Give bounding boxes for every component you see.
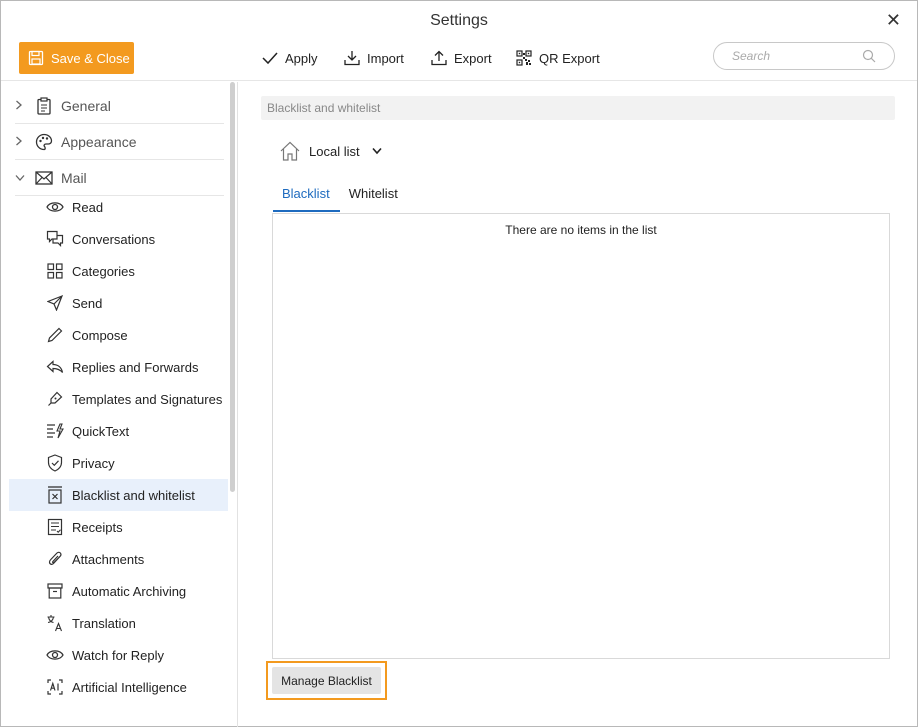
paper-plane-icon xyxy=(46,294,64,312)
receipt-icon xyxy=(46,518,64,536)
search-icon[interactable] xyxy=(862,49,876,66)
sidebar-item-artificial-intelligence[interactable]: Artificial Intelligence xyxy=(9,671,228,703)
sidebar-section-appearance[interactable]: Appearance xyxy=(15,124,224,160)
import-button[interactable]: Import xyxy=(343,49,404,67)
sidebar-item-conversations[interactable]: Conversations xyxy=(9,223,228,255)
sidebar-item-templates-signatures[interactable]: Templates and Signatures xyxy=(9,383,228,415)
export-button[interactable]: Export xyxy=(430,49,492,67)
sidebar-item-blacklist-whitelist[interactable]: Blacklist and whitelist xyxy=(9,479,228,511)
chevron-right-icon xyxy=(15,99,27,113)
sidebar-section-label: Mail xyxy=(61,169,87,186)
settings-window: Settings ✕ Save & Close Apply Import Exp… xyxy=(0,0,918,727)
sidebar-item-label: Artificial Intelligence xyxy=(72,679,187,695)
settings-sidebar: General Appearance Mail Read Conversatio… xyxy=(1,82,238,727)
grid-icon xyxy=(46,262,64,280)
pencil-icon xyxy=(46,326,64,344)
qr-export-button[interactable]: QR Export xyxy=(515,49,600,67)
list-source-label: Local list xyxy=(309,143,360,159)
sidebar-item-label: Compose xyxy=(72,327,128,343)
search-input[interactable] xyxy=(732,49,852,63)
sidebar-item-label: Conversations xyxy=(72,231,156,247)
manage-blacklist-button[interactable]: Manage Blacklist xyxy=(272,667,381,694)
sidebar-item-quicktext[interactable]: QuickText xyxy=(9,415,228,447)
archive-box-icon xyxy=(46,582,64,600)
chat-icon xyxy=(46,230,64,248)
sidebar-item-label: Watch for Reply xyxy=(72,647,164,663)
sidebar-item-receipts[interactable]: Receipts xyxy=(9,511,228,543)
translate-icon xyxy=(46,614,64,632)
sidebar-item-attachments[interactable]: Attachments xyxy=(9,543,228,575)
manage-button-highlight: Manage Blacklist xyxy=(266,661,387,700)
eye-icon xyxy=(46,646,64,664)
sidebar-item-label: Categories xyxy=(72,263,135,279)
pen-nib-icon xyxy=(46,390,64,408)
section-header: Blacklist and whitelist xyxy=(261,96,895,120)
close-icon[interactable]: ✕ xyxy=(886,10,901,31)
list-tabs: Blacklist Whitelist xyxy=(273,182,408,212)
sidebar-item-label: Automatic Archiving xyxy=(72,583,187,599)
sidebar-item-send[interactable]: Send xyxy=(9,287,228,319)
sidebar-item-watch-for-reply[interactable]: Watch for Reply xyxy=(9,639,228,671)
ai-icon xyxy=(46,678,64,696)
envelope-icon xyxy=(35,169,53,187)
save-close-label: Save & Close xyxy=(51,50,130,66)
save-close-button[interactable]: Save & Close xyxy=(19,42,134,74)
blacklist-list[interactable]: There are no items in the list xyxy=(272,213,890,659)
toolbar: Save & Close Apply Import Export QR Expo… xyxy=(1,41,917,81)
sidebar-item-automatic-archiving[interactable]: Automatic Archiving xyxy=(9,575,228,607)
import-label: Import xyxy=(367,50,404,66)
home-icon xyxy=(279,140,301,162)
sidebar-item-label: QuickText xyxy=(72,423,130,439)
palette-icon xyxy=(35,133,53,151)
apply-label: Apply xyxy=(285,50,318,66)
import-icon xyxy=(343,49,361,67)
chevron-down-icon xyxy=(368,142,386,160)
sidebar-item-compose[interactable]: Compose xyxy=(9,319,228,351)
sidebar-item-label: Privacy xyxy=(72,455,115,471)
sidebar-item-label: Receipts xyxy=(72,519,123,535)
blocked-list-icon xyxy=(46,486,64,504)
qr-code-icon xyxy=(515,49,533,67)
sidebar-item-label: Send xyxy=(72,295,103,311)
export-icon xyxy=(430,49,448,67)
reply-icon xyxy=(46,358,64,376)
chevron-down-icon xyxy=(15,171,27,185)
sidebar-section-label: General xyxy=(61,97,111,114)
chevron-right-icon xyxy=(15,135,27,149)
list-source-dropdown[interactable]: Local list xyxy=(279,140,386,162)
clipboard-icon xyxy=(35,96,53,115)
quicktext-icon xyxy=(46,422,64,440)
eye-icon xyxy=(46,198,64,216)
search-box[interactable] xyxy=(713,42,895,70)
title-bar: Settings ✕ xyxy=(1,1,917,41)
sidebar-item-categories[interactable]: Categories xyxy=(9,255,228,287)
sidebar-item-label: Attachments xyxy=(72,551,145,567)
settings-content: Blacklist and whitelist Local list Black… xyxy=(239,82,917,727)
floppy-disk-icon xyxy=(27,49,45,67)
sidebar-item-label: Read xyxy=(72,199,104,215)
sidebar-item-label: Replies and Forwards xyxy=(72,359,199,375)
empty-list-message: There are no items in the list xyxy=(505,223,657,237)
sidebar-item-translation[interactable]: Translation xyxy=(9,607,228,639)
export-label: Export xyxy=(454,50,492,66)
tab-blacklist[interactable]: Blacklist xyxy=(273,182,340,212)
sidebar-scrollbar[interactable] xyxy=(230,82,235,492)
tab-whitelist[interactable]: Whitelist xyxy=(340,182,408,212)
paperclip-icon xyxy=(46,550,64,568)
sidebar-item-label: Templates and Signatures xyxy=(72,391,223,407)
sidebar-item-privacy[interactable]: Privacy xyxy=(9,447,228,479)
apply-button[interactable]: Apply xyxy=(261,49,318,67)
sidebar-item-replies-forwards[interactable]: Replies and Forwards xyxy=(9,351,228,383)
checkmark-icon xyxy=(261,49,279,67)
window-title: Settings xyxy=(430,12,488,29)
sidebar-section-label: Appearance xyxy=(61,133,137,150)
qr-export-label: QR Export xyxy=(539,50,600,66)
sidebar-item-read[interactable]: Read xyxy=(9,191,228,223)
sidebar-section-general[interactable]: General xyxy=(15,88,224,124)
sidebar-item-label: Translation xyxy=(72,615,136,631)
sidebar-item-label: Blacklist and whitelist xyxy=(72,487,195,503)
shield-icon xyxy=(46,454,64,472)
